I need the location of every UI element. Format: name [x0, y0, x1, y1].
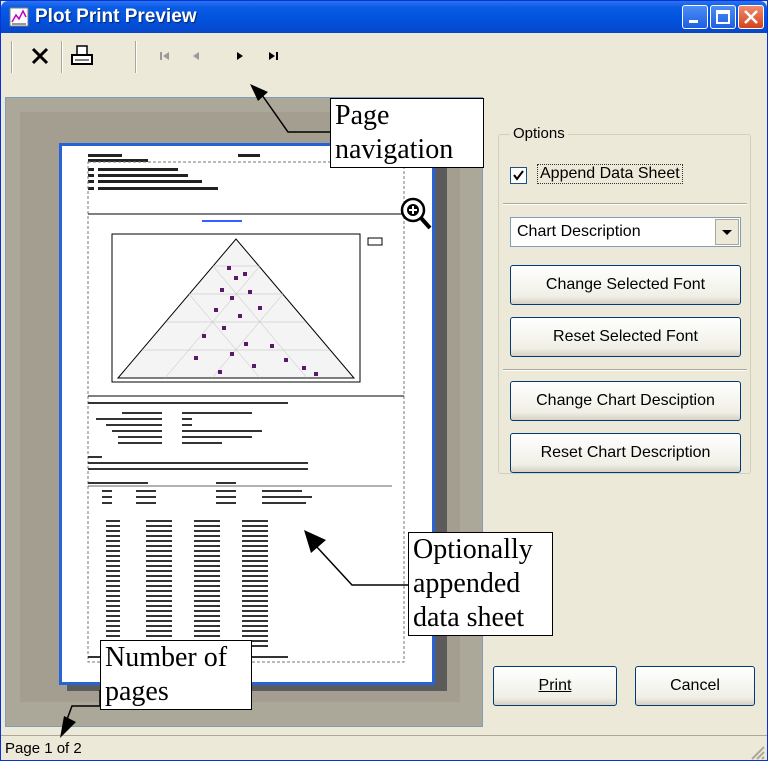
callout-line: Number of: [105, 642, 228, 673]
callout-line: pages: [105, 676, 169, 707]
arrow-head: [304, 530, 326, 553]
callout-line: navigation: [335, 134, 454, 165]
page-navigation-callout: Page navigation: [330, 98, 484, 168]
callout-line: appended: [413, 568, 521, 599]
callout-line: Page: [335, 100, 390, 131]
number-of-pages-callout: Number of pages: [100, 640, 252, 710]
callout-line: Optionally: [413, 534, 533, 565]
data-sheet-callout: Optionally appended data sheet: [408, 532, 553, 636]
callout-line: data sheet: [413, 602, 525, 633]
arrow-head: [60, 716, 76, 738]
